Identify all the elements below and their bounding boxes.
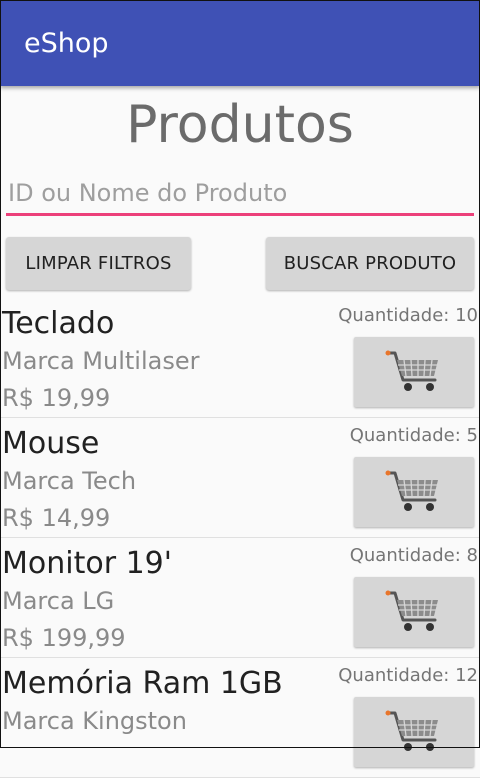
product-item: Mouse Marca Tech R$ 14,99 Quantidade: 5: [0, 418, 480, 538]
clear-filters-button[interactable]: LIMPAR FILTROS: [6, 237, 191, 290]
product-item: Teclado Marca Multilaser R$ 19,99 Quanti…: [0, 298, 480, 418]
app-bar: eShop: [0, 0, 480, 86]
product-brand: Marca LG: [2, 587, 115, 615]
product-list: Teclado Marca Multilaser R$ 19,99 Quanti…: [0, 298, 480, 778]
product-brand: Marca Kingston: [2, 707, 187, 735]
shopping-cart-icon: [384, 589, 444, 635]
product-name: Teclado: [2, 306, 115, 341]
product-name: Monitor 19': [2, 546, 172, 581]
product-item: Monitor 19' Marca LG R$ 199,99 Quantidad…: [0, 538, 480, 658]
add-to-cart-button[interactable]: [354, 337, 474, 407]
page-title: Produtos: [126, 95, 354, 155]
shopping-cart-icon: [384, 469, 444, 515]
product-price: R$ 199,99: [2, 624, 126, 652]
shopping-cart-icon: [384, 349, 444, 395]
product-item: Memória Ram 1GB Marca Kingston Quantidad…: [0, 658, 480, 778]
product-name: Mouse: [2, 426, 100, 461]
shopping-cart-icon: [384, 709, 444, 755]
add-to-cart-button[interactable]: [354, 457, 474, 527]
product-quantity: Quantidade: 10: [338, 305, 478, 326]
product-price: R$ 14,99: [2, 504, 111, 532]
product-quantity: Quantidade: 12: [338, 665, 478, 686]
product-quantity: Quantidade: 8: [349, 545, 478, 566]
search-product-button[interactable]: BUSCAR PRODUTO: [266, 237, 474, 290]
app-title: eShop: [24, 28, 109, 59]
product-brand: Marca Multilaser: [2, 347, 200, 375]
product-quantity: Quantidade: 5: [349, 425, 478, 446]
product-price: R$ 19,99: [2, 384, 111, 412]
product-brand: Marca Tech: [2, 467, 137, 495]
product-search-input[interactable]: [6, 172, 474, 216]
add-to-cart-button[interactable]: [354, 697, 474, 767]
add-to-cart-button[interactable]: [354, 577, 474, 647]
product-name: Memória Ram 1GB: [2, 666, 283, 701]
